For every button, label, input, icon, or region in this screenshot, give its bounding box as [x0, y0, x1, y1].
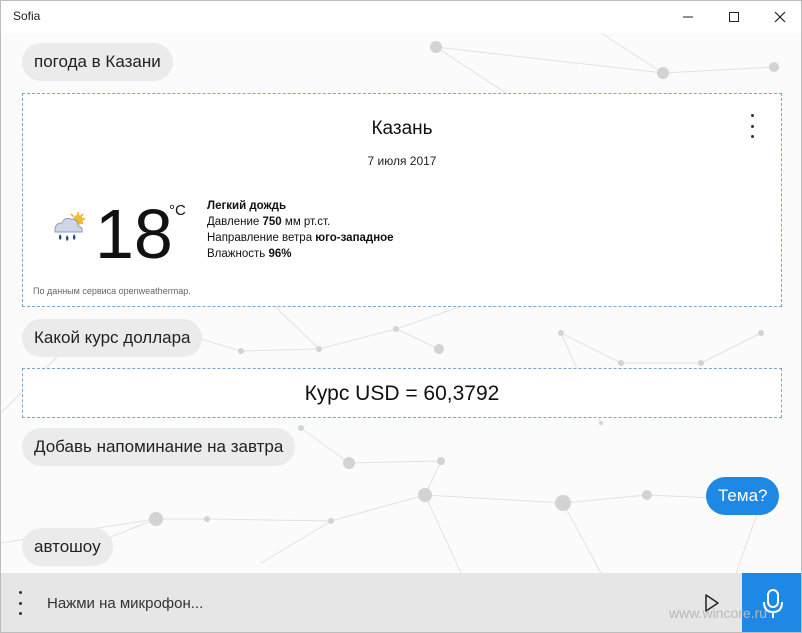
wind-row: Направление ветра юго-западное	[207, 230, 394, 246]
chat-area[interactable]: погода в Казани Казань 7 июля 2017 18 °C	[1, 33, 801, 573]
app-window: Sofia погода в Казани Казань 7 июля 2017…	[0, 0, 802, 633]
weather-date: 7 июля 2017	[367, 154, 437, 168]
user-message: погода в Казани	[22, 43, 173, 81]
window-title: Sofia	[13, 9, 41, 23]
more-options-button[interactable]	[743, 114, 761, 138]
close-icon	[774, 11, 786, 23]
close-button[interactable]	[757, 1, 801, 33]
currency-card: Курс USD = 60,3792	[22, 368, 782, 418]
dot-icon	[750, 124, 754, 128]
weather-city: Казань	[371, 118, 433, 139]
weather-source: По данным сервиса openweathermap.	[33, 286, 191, 296]
dot-icon	[18, 591, 22, 594]
temperature: 18	[95, 195, 173, 273]
watermark: www.wincore.ru	[669, 605, 768, 621]
humidity-label: Влажность	[207, 248, 266, 260]
microphone-button[interactable]	[742, 573, 801, 632]
dot-icon	[750, 135, 754, 138]
wind-label: Направление ветра	[207, 232, 313, 244]
wind-value: юго-западное	[315, 232, 394, 244]
humidity-value: 96%	[268, 248, 292, 260]
menu-button[interactable]	[11, 591, 29, 615]
minimize-icon	[683, 16, 693, 18]
dot-icon	[750, 114, 754, 117]
title-bar: Sofia	[1, 1, 801, 33]
bot-message: Тема?	[706, 477, 780, 515]
pressure-value: 750	[262, 216, 282, 228]
user-message: Добавь напоминание на завтра	[22, 428, 296, 466]
dot-icon	[18, 601, 22, 605]
weather-condition: Легкий дождь	[207, 200, 287, 212]
user-message: автошоу	[22, 528, 113, 566]
humidity-row: Влажность 96%	[207, 246, 394, 262]
temperature-unit: °C	[169, 202, 186, 219]
weather-details: Легкий дождь Давление 750 мм рт.ст. Напр…	[207, 198, 394, 262]
minimize-button[interactable]	[665, 1, 711, 33]
maximize-icon	[729, 12, 739, 22]
maximize-button[interactable]	[711, 1, 757, 33]
rain-sun-icon	[54, 212, 85, 241]
message-input[interactable]: Нажми на микрофон...	[47, 595, 203, 612]
dot-icon	[18, 612, 22, 615]
pressure-row: Давление 750 мм рт.ст.	[207, 214, 394, 230]
usd-rate: Курс USD = 60,3792	[304, 382, 500, 405]
input-bar: Нажми на микрофон...	[1, 573, 801, 632]
pressure-unit: мм рт.ст.	[284, 216, 331, 228]
user-message: Какой курс доллара	[22, 319, 203, 357]
pressure-label: Давление	[207, 216, 260, 228]
weather-card: Казань 7 июля 2017 18 °C Легкий дождь Да…	[22, 93, 782, 307]
